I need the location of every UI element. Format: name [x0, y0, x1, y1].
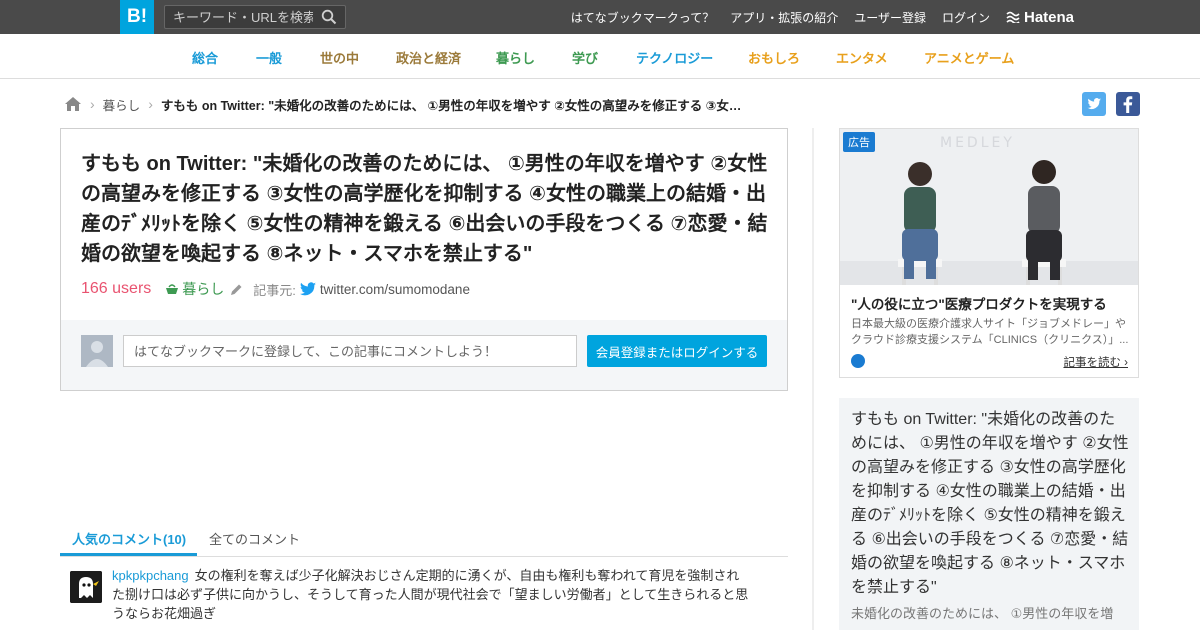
category-tab-it[interactable]: テクノロジー: [636, 48, 713, 67]
search-icon[interactable]: [321, 9, 337, 25]
search-input[interactable]: [173, 8, 313, 26]
ad-read-more-link[interactable]: 記事を読む ›: [1063, 354, 1128, 370]
ad-photo-two-people: MEDLEY: [840, 129, 1138, 285]
svg-text:MEDLEY: MEDLEY: [940, 135, 1015, 151]
active-tab-indicator: [60, 553, 197, 556]
breadcrumb-category[interactable]: 暮らし: [103, 95, 141, 114]
entry-category[interactable]: 暮らし: [182, 279, 224, 299]
ad-image[interactable]: MEDLEY 広告: [840, 129, 1138, 285]
category-tab-fun[interactable]: おもしろ: [748, 48, 800, 67]
default-user-icon: [86, 341, 108, 367]
register-login-button[interactable]: 会員登録またはログインする: [587, 335, 767, 367]
hatena-bookmark-logo[interactable]: B!: [120, 0, 154, 34]
nav-register[interactable]: ユーザー登録: [854, 9, 926, 26]
facebook-icon: [1123, 96, 1133, 113]
entry-summary-box: すもも on Twitter: "未婚化の改善のためには、 ①男性の年収を増やす…: [839, 398, 1139, 630]
summary-title[interactable]: すもも on Twitter: "未婚化の改善のためには、 ①男性の年収を増やす…: [851, 408, 1131, 600]
category-tab-economics[interactable]: 政治と経済: [396, 48, 461, 67]
facebook-share-button[interactable]: [1116, 92, 1140, 116]
chevron-right-icon: ›: [148, 96, 153, 112]
ad-description: 日本最大級の医療介護求人サイト「ジョブメドレー」やクラウド診療支援システム「CL…: [851, 318, 1129, 346]
source-domain[interactable]: twitter.com/sumomodane: [320, 282, 470, 297]
top-nav: はてなブックマークって？ アプリ・拡張の紹介 ユーザー登録 ログイン: [571, 0, 990, 34]
entry-meta: 166 users 暮らし 記事元: twitter.com/sumomodan…: [81, 279, 470, 299]
top-bar: B! はてなブックマークって？ アプリ・拡張の紹介 ユーザー登録 ログイン Ha…: [0, 0, 1200, 34]
bookmark-user-count[interactable]: 166 users: [81, 280, 151, 298]
nav-login[interactable]: ログイン: [942, 9, 990, 26]
category-tab-life[interactable]: 暮らし: [496, 48, 535, 67]
category-tab-entertainment[interactable]: エンタメ: [836, 48, 888, 67]
breadcrumb-current: すもも on Twitter: "未婚化の改善のためには、 ①男性の年収を増やす…: [160, 98, 751, 113]
ad-read-more-label: 記事を読む: [1063, 357, 1121, 369]
entry-title[interactable]: すもも on Twitter: "未婚化の改善のためには、 ①男性の年収を増やす…: [81, 149, 771, 269]
comment-form: 会員登録またはログインする: [61, 320, 787, 390]
comment-text: 女の権利を奪えば少子化解決おじさん定期的に湧くが、自由も権利も奪われて育児を強制…: [112, 568, 749, 621]
hatena-wave-icon: [1006, 11, 1020, 23]
twitter-share-button[interactable]: [1082, 92, 1106, 116]
advertiser-logo: [851, 354, 865, 368]
edit-pencil-icon[interactable]: [230, 283, 243, 296]
hatena-label: Hatena: [1024, 8, 1075, 26]
category-tab-social[interactable]: 世の中: [320, 48, 359, 67]
category-tab-game[interactable]: アニメとゲーム: [924, 48, 1014, 67]
category-life-icon: [166, 284, 179, 294]
tab-all-comments[interactable]: 全てのコメント: [209, 529, 300, 548]
entry-card: すもも on Twitter: "未婚化の改善のためには、 ①男性の年収を増やす…: [60, 128, 788, 391]
summary-description: 未婚化の改善のためには、 ①男性の年収を増: [851, 606, 1114, 621]
sponsored-ad[interactable]: MEDLEY 広告 "人の役に立つ"医療プロダクトを実現する 日本最大級の医療介…: [839, 128, 1139, 378]
comment-tabs: 人気のコメント(10) 全てのコメント: [60, 521, 788, 557]
sidebar-divider: [812, 128, 814, 630]
search-box[interactable]: [164, 5, 346, 29]
nav-apps[interactable]: アプリ・拡張の紹介: [730, 9, 838, 26]
twitter-bird-icon: [299, 282, 316, 296]
home-icon[interactable]: [64, 96, 82, 112]
ghost-avatar-icon: [70, 571, 102, 603]
comment-input[interactable]: [123, 335, 577, 367]
breadcrumb: › 暮らし › すもも on Twitter: "未婚化の改善のためには、 ①男…: [64, 94, 751, 114]
twitter-icon: [1087, 98, 1101, 110]
comment-username[interactable]: kpkpkpchang: [112, 568, 189, 583]
user-avatar: [81, 335, 113, 367]
category-tab-general-top[interactable]: 総合: [192, 48, 218, 67]
ad-badge: 広告: [843, 132, 875, 152]
ad-title[interactable]: "人の役に立つ"医療プロダクトを実現する: [851, 293, 1131, 313]
chevron-right-icon: ›: [90, 96, 95, 112]
tab-popular-comments[interactable]: 人気のコメント(10): [72, 529, 186, 548]
category-tab-knowledge[interactable]: 学び: [572, 48, 598, 67]
hatena-link[interactable]: Hatena: [1006, 0, 1074, 34]
category-tab-general[interactable]: 一般: [256, 48, 282, 67]
category-bar: 総合 一般 世の中 政治と経済 暮らし 学び テクノロジー おもしろ エンタメ …: [0, 34, 1200, 79]
comment-avatar[interactable]: [70, 571, 102, 603]
source-label: 記事元:: [253, 282, 296, 298]
nav-about[interactable]: はてなブックマークって？: [571, 9, 714, 26]
comment-item: kpkpkpchang 女の権利を奪えば少子化解決おじさん定期的に湧くが、自由も権…: [112, 566, 752, 623]
